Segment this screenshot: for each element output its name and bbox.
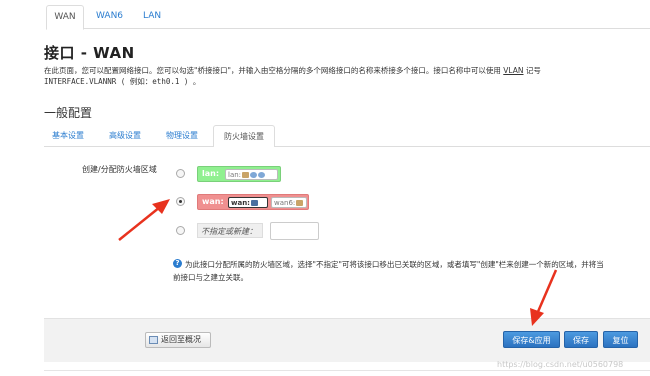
vlan-link[interactable]: VLAN <box>503 66 523 75</box>
page-description: 在此页面，您可以配置网络接口。您可以勾选"桥接接口"，并输入由空格分隔的多个网络… <box>44 65 644 87</box>
save-button[interactable]: 保存 <box>564 331 598 348</box>
ethernet-icon <box>242 172 250 178</box>
description-text-end: 记号 <box>523 66 541 75</box>
watermark: https://blog.csdn.net/u0560798 <box>497 360 624 369</box>
overview-icon <box>149 336 158 344</box>
new-zone-label: 不指定或新建： <box>197 223 263 238</box>
reset-button[interactable]: 复位 <box>603 331 638 348</box>
back-to-overview-button[interactable]: 返回至概况 <box>145 332 211 348</box>
settings-tabs: 基本设置 高级设置 物理设置 防火墙设置 <box>44 125 650 148</box>
description-text: 在此页面，您可以配置网络接口。您可以勾选"桥接接口"，并输入由空格分隔的多个网络… <box>44 66 504 75</box>
zone-radio-wan[interactable] <box>176 197 185 206</box>
zone-lan: lan: lan: <box>197 166 281 182</box>
ethernet-icon <box>296 200 304 206</box>
tab-wan6[interactable]: WAN6 <box>96 5 123 29</box>
tab-wan[interactable]: WAN <box>46 5 84 30</box>
back-button-label: 返回至概况 <box>161 335 201 344</box>
save-and-apply-button[interactable]: 保存&应用 <box>503 331 560 348</box>
wifi-icon <box>250 172 258 178</box>
network-chip-wan6-label: wan6: <box>274 199 296 207</box>
section-title: 一般配置 <box>44 106 93 120</box>
divider <box>44 370 650 371</box>
firewall-zone-label: 创建/分配防火墙区域 <box>82 165 157 174</box>
zone-wan: wan: wan: wan6: <box>197 194 309 210</box>
network-chip-wan-label: wan: <box>231 199 250 207</box>
zone-lan-name: lan: <box>202 169 220 178</box>
zone-radio-new[interactable] <box>176 226 185 235</box>
new-zone-input[interactable] <box>270 222 319 240</box>
tab-physical-settings[interactable]: 物理设置 <box>166 125 198 147</box>
tab-firewall-settings[interactable]: 防火墙设置 <box>213 125 275 148</box>
tab-basic-settings[interactable]: 基本设置 <box>52 125 84 147</box>
tab-lan[interactable]: LAN <box>143 5 161 29</box>
interface-tabs: WAN WAN6 LAN <box>46 5 650 30</box>
help-text: 为此接口分配所属的防火墙区域，选择"不指定"可将该接口移出已关联的区域，或者填写… <box>185 260 604 269</box>
network-chip-wan6: wan6: <box>271 197 307 208</box>
network-chip-lan: lan: <box>225 169 278 180</box>
zone-wan-name: wan: <box>202 197 224 206</box>
page-title: 接口 - WAN <box>44 44 135 62</box>
description-example: INTERFACE.VLANNR ( 例如：eth0.1 ) 。 <box>44 77 201 86</box>
help-text-continued: 前接口与之建立关联。 <box>173 273 248 282</box>
tab-advanced-settings[interactable]: 高级设置 <box>109 125 141 147</box>
info-icon: ? <box>173 259 182 268</box>
network-chip-lan-label: lan: <box>228 171 242 179</box>
wifi-icon <box>258 172 266 178</box>
zone-radio-lan[interactable] <box>176 169 185 178</box>
interface-icon <box>250 200 258 206</box>
network-chip-wan: wan: <box>228 197 268 208</box>
